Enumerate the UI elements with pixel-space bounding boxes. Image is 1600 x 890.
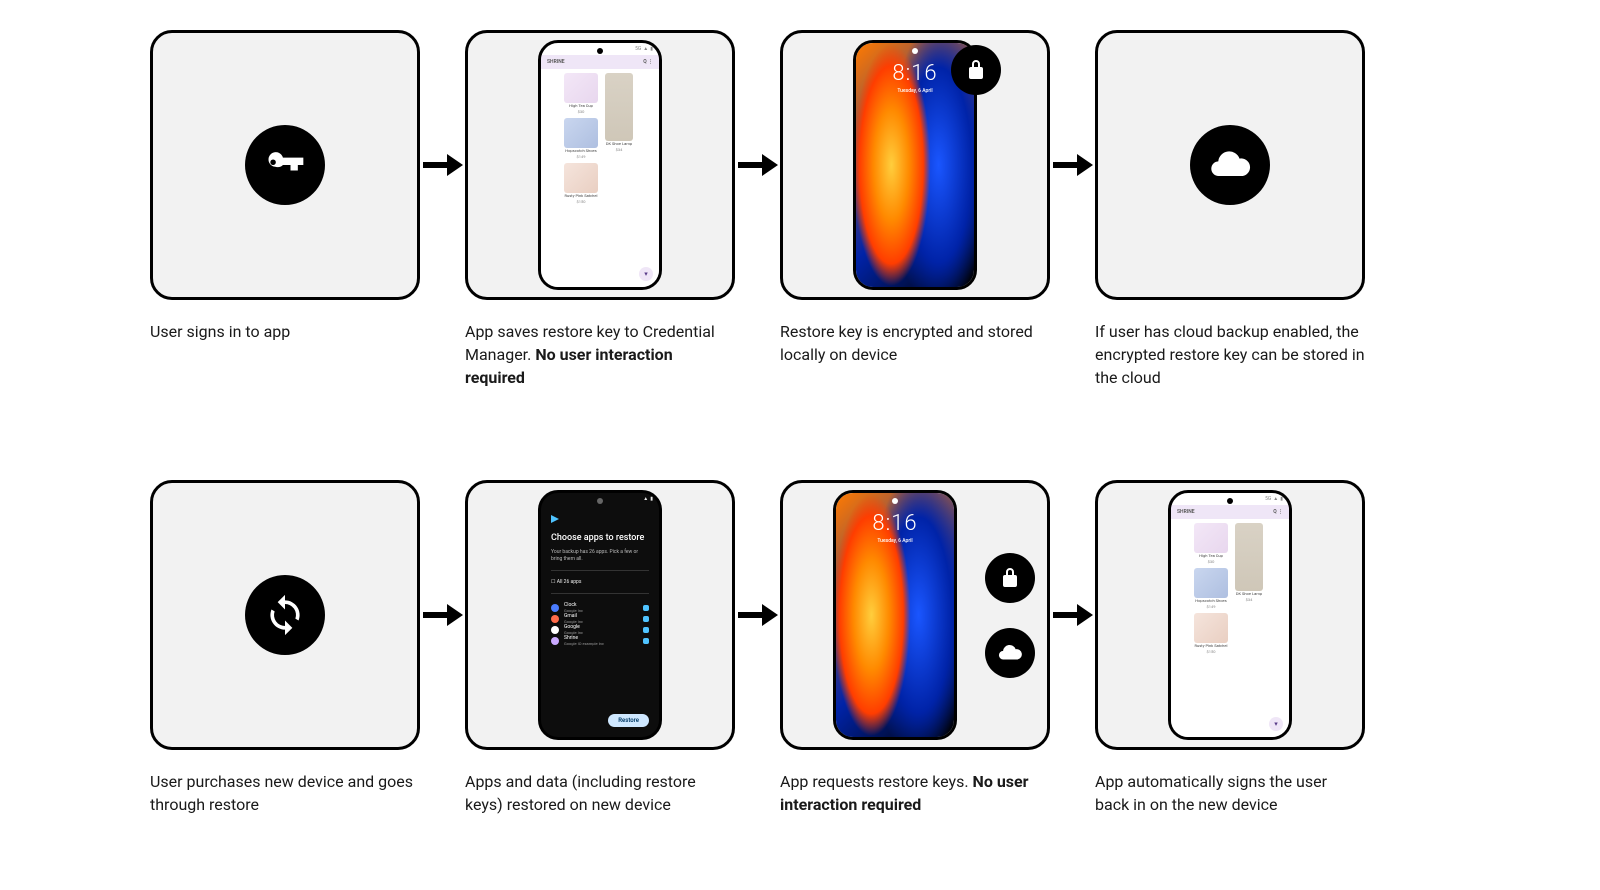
step-signin: User signs in to app (150, 30, 420, 343)
step-cloud-backup: If user has cloud backup enabled, the en… (1095, 30, 1365, 390)
step-request-keys-box: 8:16 Tuesday, 6 April (780, 480, 1050, 750)
flow-row-1: User signs in to app 5G▲▮ SHRINE Q ⋮ Hig… (150, 30, 1450, 390)
step-restore-apps: ▲▮ Choose apps to restore Your backup ha… (465, 480, 735, 816)
step-auto-signin: 5G▲▮ SHRINE Q ⋮ High Tea Cup$30 Hopscotc… (1095, 480, 1365, 816)
restore-subtitle: Your backup has 26 apps. Pick a few or b… (551, 549, 649, 562)
step-encrypted-local-box: 8:16 Tuesday, 6 April (780, 30, 1050, 300)
phone-locked: 8:16 Tuesday, 6 April (833, 490, 957, 740)
arrow-icon (1050, 30, 1095, 300)
step-new-device-box (150, 480, 420, 750)
step-encrypted-local-caption: Restore key is encrypted and stored loca… (780, 300, 1050, 366)
arrow-icon (420, 480, 465, 750)
phone-restore-dialog: ▲▮ Choose apps to restore Your backup ha… (538, 490, 662, 740)
play-store-icon (551, 515, 559, 523)
cloud-icon (1190, 125, 1270, 205)
arrow-icon (420, 30, 465, 300)
step-request-keys: 8:16 Tuesday, 6 April App requests resto… (780, 480, 1050, 816)
appbar-title: SHRINE (547, 59, 565, 65)
phone-shrine-app: 5G▲▮ SHRINE Q ⋮ High Tea Cup$30 Hopscotc… (538, 40, 662, 290)
fab-icon: ▾ (1269, 717, 1283, 731)
restore-title: Choose apps to restore (551, 533, 649, 544)
key-icon (245, 125, 325, 205)
phone-shrine-app: 5G▲▮ SHRINE Q ⋮ High Tea Cup$30 Hopscotc… (1168, 490, 1292, 740)
appbar-title: SHRINE (1177, 509, 1195, 515)
flow-row-2: User purchases new device and goes throu… (150, 480, 1450, 816)
lock-time: 8:16 (836, 511, 954, 536)
restore-all-label: ☐ All 26 apps (551, 579, 649, 585)
step-restore-apps-caption: Apps and data (including restore keys) r… (465, 750, 735, 816)
restore-app-row[interactable]: GoogleGoogle Inc (551, 624, 649, 635)
lock-date: Tuesday, 6 April (836, 538, 954, 544)
step-save-key-caption: App saves restore key to Credential Mana… (465, 300, 735, 390)
step-encrypted-local: 8:16 Tuesday, 6 April Restore key is enc… (780, 30, 1050, 366)
step-cloud-backup-caption: If user has cloud backup enabled, the en… (1095, 300, 1365, 390)
lock-icon (985, 553, 1035, 603)
restore-app-row[interactable]: GmailGoogle Inc (551, 613, 649, 624)
checkbox-icon (643, 638, 649, 644)
step-new-device: User purchases new device and goes throu… (150, 480, 420, 816)
cloud-icon (985, 628, 1035, 678)
phone-locked: 8:16 Tuesday, 6 April (853, 40, 977, 290)
lock-date: Tuesday, 6 April (856, 88, 974, 94)
step-auto-signin-caption: App automatically signs the user back in… (1095, 750, 1365, 816)
lock-time: 8:16 (856, 61, 974, 86)
checkbox-icon (643, 605, 649, 611)
checkbox-icon (643, 627, 649, 633)
arrow-icon (735, 30, 780, 300)
step-auto-signin-box: 5G▲▮ SHRINE Q ⋮ High Tea Cup$30 Hopscotc… (1095, 480, 1365, 750)
step-new-device-caption: User purchases new device and goes throu… (150, 750, 420, 816)
step-signin-caption: User signs in to app (150, 300, 420, 343)
checkbox-icon (643, 616, 649, 622)
restore-app-row[interactable]: ShrineGoogle IO example Inc (551, 635, 649, 646)
restore-button[interactable]: Restore (608, 714, 649, 727)
restore-app-row[interactable]: ClockGoogle Inc (551, 602, 649, 613)
step-save-key: 5G▲▮ SHRINE Q ⋮ High Tea Cup$30 Hopscotc… (465, 30, 735, 390)
step-restore-apps-box: ▲▮ Choose apps to restore Your backup ha… (465, 480, 735, 750)
step-save-key-box: 5G▲▮ SHRINE Q ⋮ High Tea Cup$30 Hopscotc… (465, 30, 735, 300)
arrow-icon (1050, 480, 1095, 750)
arrow-icon (735, 480, 780, 750)
step-cloud-backup-box (1095, 30, 1365, 300)
step-request-keys-caption: App requests restore keys. No user inter… (780, 750, 1050, 816)
step-signin-box (150, 30, 420, 300)
fab-icon: ▾ (639, 267, 653, 281)
sync-icon (245, 575, 325, 655)
